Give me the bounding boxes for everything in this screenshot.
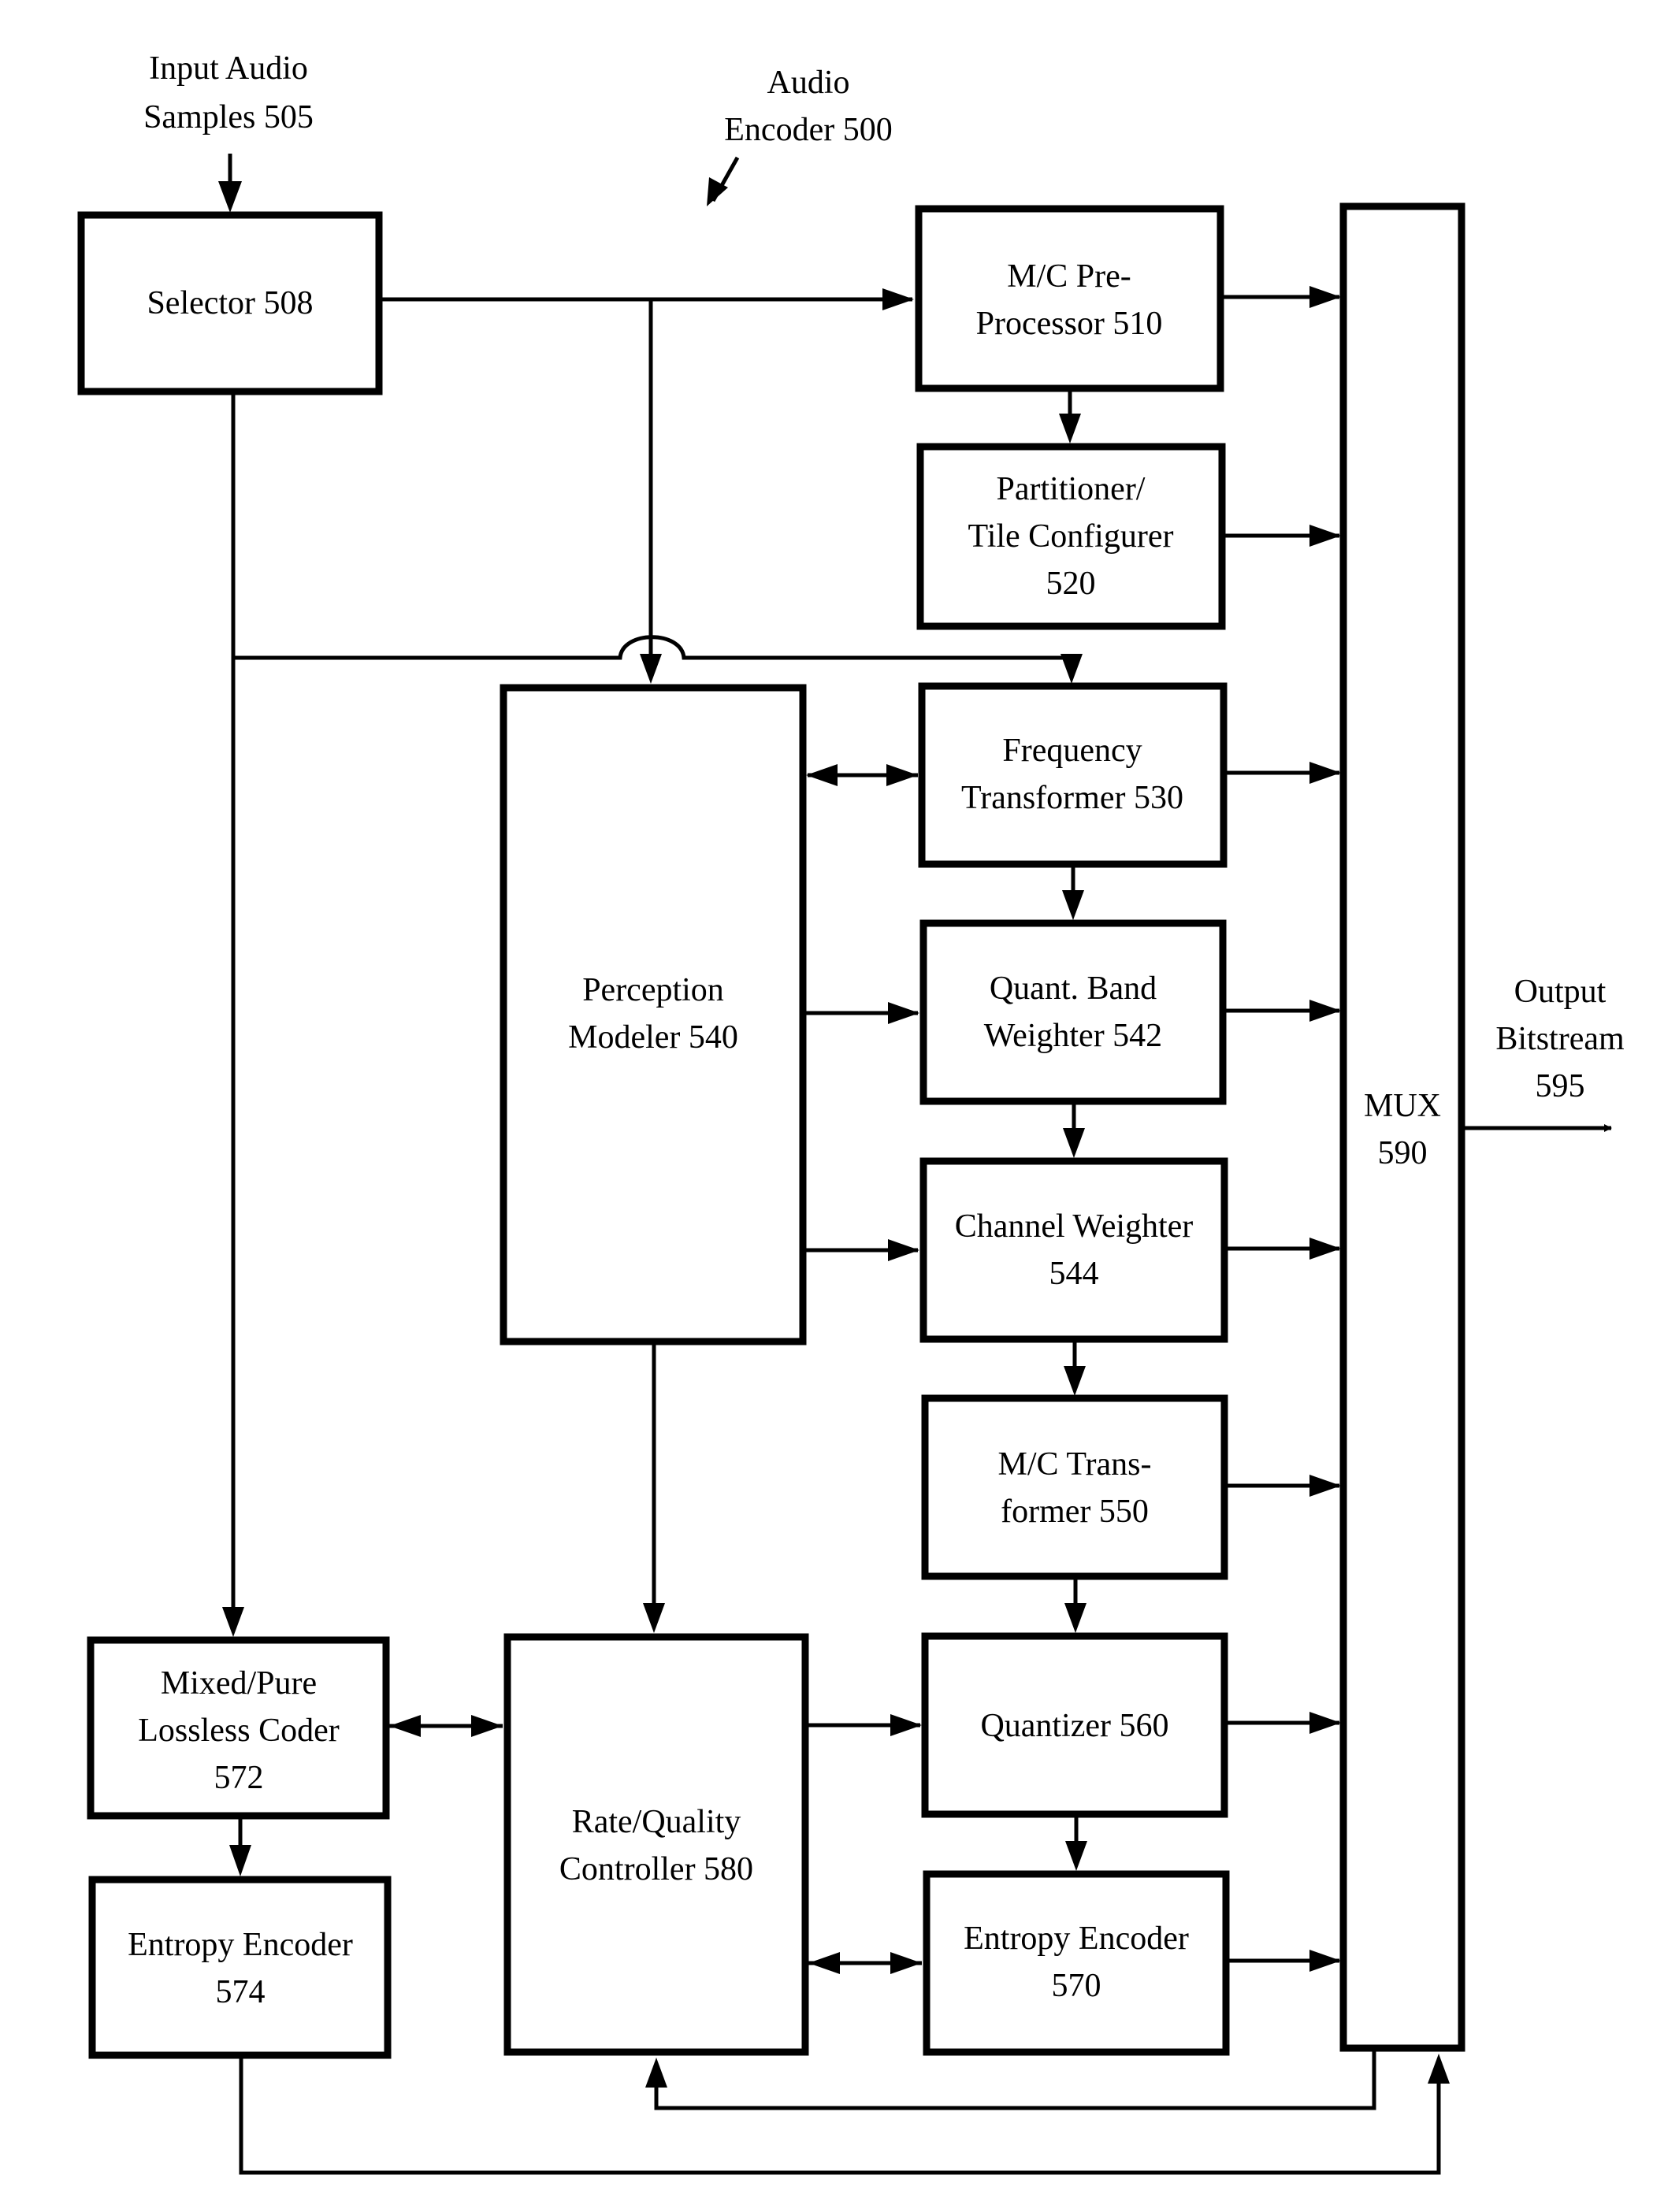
ent570-line1: Entropy Encoder xyxy=(964,1921,1189,1957)
lossless-coder-block: Mixed/Pure Lossless Coder 572 xyxy=(87,1636,390,1820)
mct-line1: M/C Trans- xyxy=(998,1446,1152,1483)
selector-block: Selector 508 xyxy=(77,211,383,395)
mc-pre-line1: M/C Pre- xyxy=(1007,258,1131,295)
mc-preprocessor-block: M/C Pre- Processor 510 xyxy=(915,205,1224,392)
output-line3: 595 xyxy=(1536,1068,1585,1104)
title-line2: Encoder 500 xyxy=(724,112,892,148)
selector-label: Selector 508 xyxy=(147,285,313,321)
entropy-encoder-570-block: Entropy Encoder 570 xyxy=(923,1870,1230,2056)
output-line1: Output xyxy=(1514,974,1607,1010)
input-arrowhead xyxy=(218,181,242,213)
qbw-line2: Weighter 542 xyxy=(984,1018,1162,1054)
perception-line2: Modeler 540 xyxy=(568,1019,738,1056)
entropy-encoder-574-block: Entropy Encoder 574 xyxy=(88,1876,392,2059)
partitioner-line1: Partitioner/ xyxy=(997,471,1146,507)
channel-weighter-block: Channel Weighter 544 xyxy=(919,1157,1228,1343)
audio-encoder-diagram: Audio Encoder 500 Input Audio Samples 50… xyxy=(77,50,1625,2175)
chw-line1: Channel Weighter xyxy=(955,1208,1194,1245)
partitioner-line3: 520 xyxy=(1046,566,1096,602)
partitioner-block: Partitioner/ Tile Configurer 520 xyxy=(916,443,1226,630)
connectors xyxy=(222,286,1450,2175)
mux-line1: MUX xyxy=(1364,1088,1441,1124)
mux-line2: 590 xyxy=(1378,1135,1428,1171)
input-line1: Input Audio xyxy=(149,50,308,87)
ent574-line2: 574 xyxy=(216,1974,266,2010)
mct-line2: former 550 xyxy=(1001,1494,1149,1530)
mc-transformer-block: M/C Trans- former 550 xyxy=(921,1394,1228,1580)
quantizer-block: Quantizer 560 xyxy=(921,1632,1228,1818)
rate-line2: Controller 580 xyxy=(559,1851,753,1887)
perception-line1: Perception xyxy=(582,972,724,1008)
chw-line2: 544 xyxy=(1049,1256,1099,1292)
frequency-transformer-block: Frequency Transformer 530 xyxy=(918,682,1228,868)
output-line2: Bitstream xyxy=(1495,1021,1625,1057)
input-line2: Samples 505 xyxy=(143,99,314,135)
perception-modeler-block: Perception Modeler 540 xyxy=(500,684,807,1345)
quant-label: Quantizer 560 xyxy=(980,1708,1168,1744)
quant-band-weighter-block: Quant. Band Weighter 542 xyxy=(919,919,1227,1105)
title-line1: Audio xyxy=(767,65,850,101)
ent574-line1: Entropy Encoder xyxy=(128,1927,353,1963)
lossless-line3: 572 xyxy=(214,1760,264,1796)
rate-quality-controller-block: Rate/Quality Controller 580 xyxy=(503,1633,809,2056)
lossless-line1: Mixed/Pure xyxy=(161,1665,317,1702)
freq-line1: Frequency xyxy=(1002,733,1142,769)
lossless-line2: Lossless Coder xyxy=(138,1713,340,1749)
mc-pre-line2: Processor 510 xyxy=(976,306,1163,342)
partitioner-line2: Tile Configurer xyxy=(968,518,1174,555)
ent570-line2: 570 xyxy=(1052,1968,1101,2004)
rate-line1: Rate/Quality xyxy=(572,1804,741,1840)
freq-line2: Transformer 530 xyxy=(961,780,1183,816)
mux-block: MUX 590 xyxy=(1339,202,1465,2052)
qbw-line1: Quant. Band xyxy=(990,971,1157,1007)
